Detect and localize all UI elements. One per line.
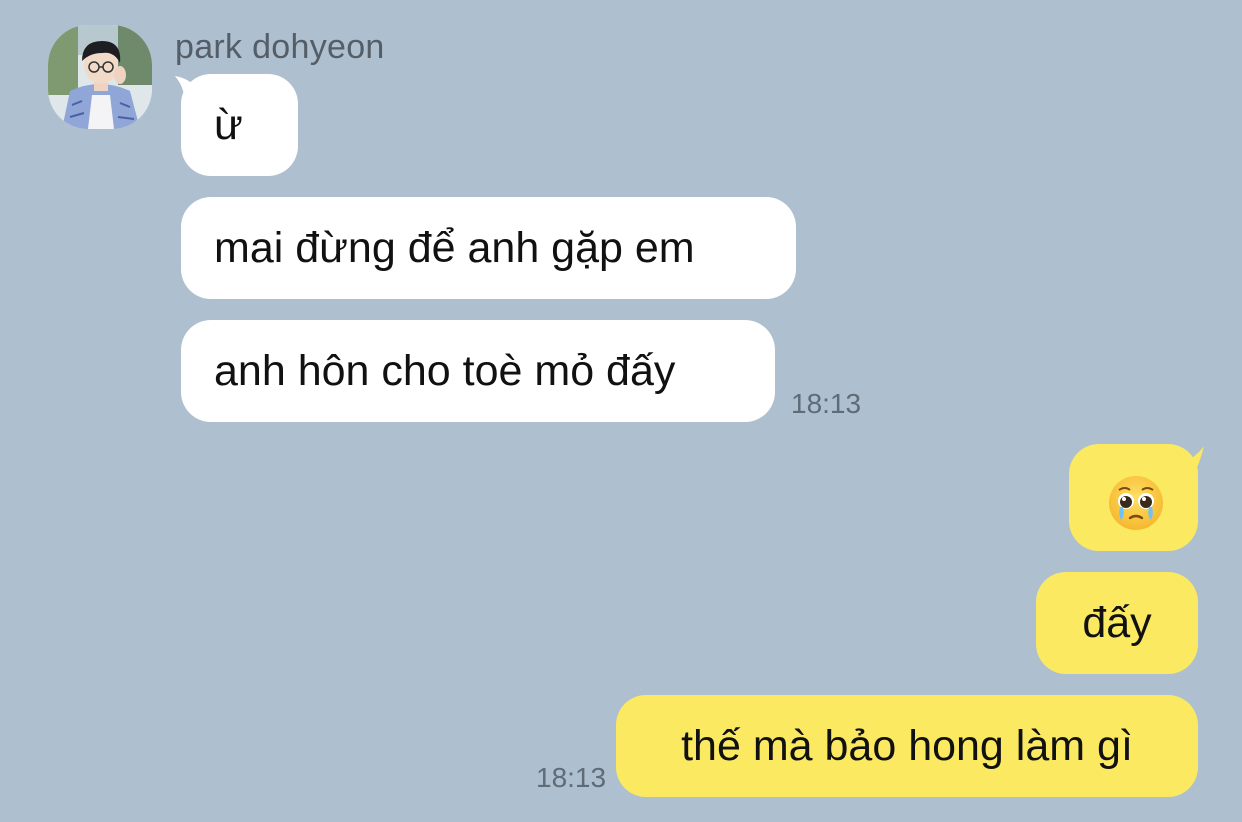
message-text: thế mà bảo hong làm gì bbox=[681, 722, 1133, 770]
pleading-face-emoji bbox=[1109, 476, 1163, 530]
incoming-message[interactable]: ừ bbox=[181, 74, 298, 176]
sender-name: park dohyeon bbox=[175, 28, 385, 66]
message-text: ừ bbox=[214, 101, 243, 149]
outgoing-message[interactable] bbox=[1069, 444, 1198, 551]
outgoing-message[interactable]: thế mà bảo hong làm gì bbox=[616, 695, 1198, 797]
avatar[interactable] bbox=[48, 25, 152, 129]
chat-view: park dohyeon ừ mai đừng để anh gặp em an… bbox=[0, 0, 1242, 822]
incoming-message[interactable]: mai đừng để anh gặp em bbox=[181, 197, 796, 299]
incoming-message[interactable]: anh hôn cho toè mỏ đấy bbox=[181, 320, 775, 422]
outgoing-message[interactable]: đấy bbox=[1036, 572, 1198, 674]
message-text: mai đừng để anh gặp em bbox=[214, 224, 695, 272]
avatar-photo bbox=[48, 25, 152, 129]
outgoing-timestamp: 18:13 bbox=[536, 762, 607, 793]
incoming-timestamp: 18:13 bbox=[791, 388, 862, 419]
message-text: anh hôn cho toè mỏ đấy bbox=[214, 347, 676, 395]
message-text: đấy bbox=[1082, 599, 1152, 647]
